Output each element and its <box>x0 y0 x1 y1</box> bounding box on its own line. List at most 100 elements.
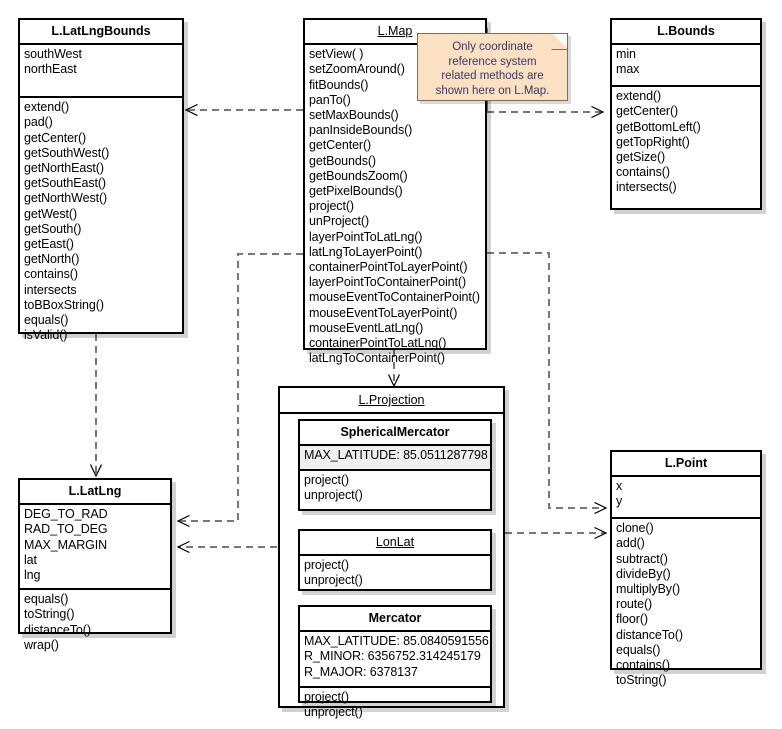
method-row: containerPointToLayerPoint() <box>309 259 468 274</box>
method-row: getEast() <box>24 236 74 251</box>
method-row: contains() <box>616 657 670 672</box>
attribute-row: lng <box>24 567 41 582</box>
attributes-compartment-bounds: min max <box>612 45 760 88</box>
class-title-sphericalmercator: SphericalMercator <box>300 421 490 447</box>
attribute-row: DEG_TO_RAD <box>24 507 108 522</box>
method-row: project() <box>304 558 349 573</box>
method-row: divideBy() <box>616 566 671 581</box>
method-row: extend() <box>24 100 70 115</box>
method-row: subtract() <box>616 551 668 566</box>
attributes-compartment-latlng: DEG_TO_RAD RAD_TO_DEG MAX_MARGIN lat lng <box>20 505 170 591</box>
class-box-latlngbounds[interactable]: L.LatLngBounds southWest northEast exten… <box>18 18 184 342</box>
method-row: distanceTo() <box>24 622 91 637</box>
attributes-compartment-point: x y <box>612 477 760 520</box>
note-line: shown here on L.Map. <box>435 84 550 97</box>
class-box-mercator[interactable]: Mercator MAX_LATITUDE: 85.0840591556 R_M… <box>298 605 492 719</box>
class-title-bounds: L.Bounds <box>612 20 760 46</box>
method-row: extend() <box>616 89 662 104</box>
method-row: unproject() <box>304 705 363 720</box>
class-title-latlng: L.LatLng <box>20 480 170 506</box>
method-row: mouseEventToContainerPoint() <box>309 290 480 305</box>
method-row: containerPointToLatLng() <box>309 335 447 350</box>
attribute-row: max <box>616 62 640 77</box>
method-row: getSouthEast() <box>24 176 106 191</box>
method-row: multiplyBy() <box>616 581 681 596</box>
attribute-row: RAD_TO_DEG <box>24 522 108 537</box>
attributes-compartment-sphericalmercator: MAX_LATITUDE: 85.0511287798 <box>300 446 490 472</box>
method-row: route() <box>616 597 653 612</box>
attribute-row: x <box>616 479 623 494</box>
method-row: clone() <box>616 521 654 536</box>
attribute-row: northEast <box>24 62 77 77</box>
method-row: getCenter() <box>616 104 679 119</box>
method-row: intersects() <box>616 180 677 195</box>
methods-compartment-sphericalmercator: project() unproject() <box>300 471 490 506</box>
method-row: getTopRight() <box>616 134 690 149</box>
method-row: unproject() <box>304 488 363 503</box>
method-row: pad() <box>24 115 53 130</box>
method-row: getBoundsZoom() <box>309 168 408 183</box>
method-row: equals() <box>24 312 69 327</box>
method-row: getSouth() <box>24 221 82 236</box>
method-row: layerPointToLatLng() <box>309 229 423 244</box>
method-row: latLngToContainerPoint() <box>309 351 445 366</box>
class-box-bounds[interactable]: L.Bounds min max extend() getCenter() ge… <box>610 18 762 210</box>
attribute-row: min <box>616 47 636 62</box>
method-row: contains() <box>616 165 670 180</box>
method-row: equals() <box>616 642 661 657</box>
attribute-row: MAX_MARGIN <box>24 537 108 552</box>
method-row: getBottomLeft() <box>616 119 701 134</box>
method-row: panInsideBounds() <box>309 123 413 138</box>
attribute-row: MAX_LATITUDE: 85.0511287798 <box>304 448 488 463</box>
method-row: equals() <box>24 592 69 607</box>
method-row: floor() <box>616 612 648 627</box>
attribute-row: southWest <box>24 47 82 62</box>
attribute-row: lat <box>24 552 37 567</box>
class-box-latlng[interactable]: L.LatLng DEG_TO_RAD RAD_TO_DEG MAX_MARGI… <box>18 478 172 652</box>
attributes-compartment-mercator: MAX_LATITUDE: 85.0840591556 R_MINOR: 635… <box>300 632 490 689</box>
method-row: setMaxBounds() <box>309 107 399 122</box>
methods-compartment-mercator: project() unproject() <box>300 688 490 723</box>
class-title-projection: L.Projection <box>280 388 503 414</box>
note-line: related methods are <box>441 70 544 82</box>
note-callout[interactable]: Only coordinate reference system related… <box>417 33 568 101</box>
class-box-sphericalmercator[interactable]: SphericalMercator MAX_LATITUDE: 85.05112… <box>298 419 492 511</box>
method-row: project() <box>304 473 349 488</box>
class-box-point[interactable]: L.Point x y clone() add() subtract() div… <box>610 450 762 687</box>
method-row: getCenter() <box>24 130 87 145</box>
note-line: reference system <box>448 55 537 68</box>
methods-compartment-latlngbounds: extend() pad() getCenter() getSouthWest(… <box>20 98 182 346</box>
method-row: distanceTo() <box>616 627 683 642</box>
class-box-lonlat[interactable]: LonLat project() unproject() <box>298 529 492 591</box>
method-row: project() <box>304 690 349 705</box>
method-row: getWest() <box>24 206 78 221</box>
method-row: toString() <box>24 607 75 622</box>
methods-compartment-point: clone() add() subtract() divideBy() mult… <box>612 519 760 691</box>
method-row: getPixelBounds() <box>309 183 403 198</box>
method-row: getNorthEast() <box>24 160 104 175</box>
method-row: getNorth() <box>24 252 80 267</box>
diagram-canvas: L.LatLngBounds southWest northEast exten… <box>0 0 782 729</box>
methods-compartment-bounds: extend() getCenter() getBottomLeft() get… <box>612 87 760 198</box>
note-text: Only coordinate reference system related… <box>418 34 567 102</box>
method-row: unProject() <box>309 214 370 229</box>
method-row: isValid() <box>24 328 68 343</box>
method-row: contains() <box>24 267 78 282</box>
method-row: toBBoxString() <box>24 297 104 312</box>
method-row: latLngToLayerPoint() <box>309 244 423 259</box>
method-row: unproject() <box>304 573 363 588</box>
method-row: getSize() <box>616 149 666 164</box>
method-row: getSouthWest() <box>24 145 110 160</box>
attribute-row: R_MINOR: 6356752.314245179 <box>304 649 481 664</box>
attributes-compartment-latlngbounds: southWest northEast <box>20 45 182 99</box>
class-title-mercator: Mercator <box>300 607 490 633</box>
method-row: project() <box>309 199 354 214</box>
method-row: add() <box>616 536 645 551</box>
method-row: mouseEventToLayerPoint() <box>309 305 458 320</box>
method-row: getBounds() <box>309 153 376 168</box>
method-row: wrap() <box>24 637 59 652</box>
attribute-row: MAX_LATITUDE: 85.0840591556 <box>304 634 489 649</box>
methods-compartment-latlng: equals() toString() distanceTo() wrap() <box>20 590 170 656</box>
class-title-latlngbounds: L.LatLngBounds <box>20 20 182 46</box>
methods-compartment-lonlat: project() unproject() <box>300 556 490 591</box>
